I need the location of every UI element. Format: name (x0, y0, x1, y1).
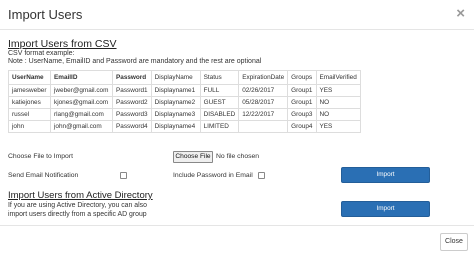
table-cell: YES (315, 84, 361, 97)
import-ad-button[interactable]: Import (341, 201, 430, 217)
table-cell: 05/28/2017 (238, 96, 289, 109)
csv-example-table: UserName EmailID Password DisplayName St… (8, 70, 361, 133)
table-cell: Group4 (287, 120, 317, 133)
table-header-cell: EmailID (50, 70, 113, 85)
table-row: john john@gmail.com Password4 Displaynam… (8, 120, 361, 133)
table-cell: rlang@gmail.com (50, 108, 113, 121)
table-cell: Password1 (112, 84, 152, 97)
table-cell: LIMITED (199, 120, 240, 133)
table-header-cell: Status (199, 70, 240, 85)
no-file-chosen-text: No file chosen (216, 153, 260, 160)
csv-section-heading: Import Users from CSV (8, 38, 117, 50)
table-cell: Password2 (112, 96, 152, 109)
table-cell: YES (315, 120, 361, 133)
send-email-checkbox[interactable] (120, 172, 127, 179)
choose-file-label: Choose File to Import (8, 153, 73, 160)
table-header-cell: Password (112, 70, 152, 85)
table-cell: Displayname4 (150, 120, 201, 133)
ad-description-line2: import users directly from a specific AD… (8, 211, 147, 218)
table-row: katiejones kjones@gmail.com Password2 Di… (8, 96, 361, 109)
table-cell: jweber@gmail.com (50, 84, 113, 97)
table-cell: NO (315, 108, 361, 121)
table-cell: NO (315, 96, 361, 109)
table-cell: Displayname1 (150, 84, 201, 97)
table-cell: GUEST (199, 96, 240, 109)
csv-format-label: CSV format example: (8, 50, 75, 57)
table-cell: Displayname3 (150, 108, 201, 121)
table-cell: kjones@gmail.com (50, 96, 113, 109)
table-row: russel rlang@gmail.com Password3 Display… (8, 108, 361, 121)
table-cell: russel (8, 108, 51, 121)
choose-file-button[interactable]: Choose File (173, 151, 213, 163)
csv-note: Note : UserName, EmailID and Password ar… (8, 58, 262, 65)
table-cell: Password4 (112, 120, 152, 133)
close-button[interactable]: Close (440, 233, 468, 251)
table-cell: 02/26/2017 (238, 84, 289, 97)
dialog-header: Import Users × (0, 0, 474, 30)
table-cell (238, 120, 289, 133)
table-cell: Password3 (112, 108, 152, 121)
table-cell: Group1 (287, 96, 317, 109)
table-cell: jamesweber (8, 84, 51, 97)
include-password-label: Include Password in Email (173, 172, 253, 179)
table-cell: FULL (199, 84, 240, 97)
table-header-cell: Groups (287, 70, 317, 85)
table-cell: DISABLED (199, 108, 240, 121)
ad-section-heading: Import Users from Active Directory (8, 190, 153, 201)
table-cell: Displayname2 (150, 96, 201, 109)
table-cell: Group1 (287, 84, 317, 97)
import-csv-button[interactable]: Import (341, 167, 430, 183)
table-cell: john@gmail.com (50, 120, 113, 133)
table-header-cell: EmailVerified (315, 70, 361, 85)
table-row: jamesweber jweber@gmail.com Password1 Di… (8, 84, 361, 97)
table-cell: john (8, 120, 51, 133)
table-header-cell: UserName (8, 70, 51, 85)
table-header-row: UserName EmailID Password DisplayName St… (8, 70, 361, 85)
dialog-title: Import Users (8, 7, 83, 22)
table-cell: katiejones (8, 96, 51, 109)
ad-description-line1: If you are using Active Directory, you c… (8, 202, 147, 209)
table-cell: 12/22/2017 (238, 108, 289, 121)
table-cell: Group3 (287, 108, 317, 121)
close-icon[interactable]: × (456, 6, 465, 21)
footer-divider (0, 225, 474, 226)
send-email-label: Send Email Notification (8, 172, 79, 179)
table-header-cell: DisplayName (150, 70, 201, 85)
include-password-checkbox[interactable] (258, 172, 265, 179)
table-header-cell: ExpirationDate (238, 70, 289, 85)
